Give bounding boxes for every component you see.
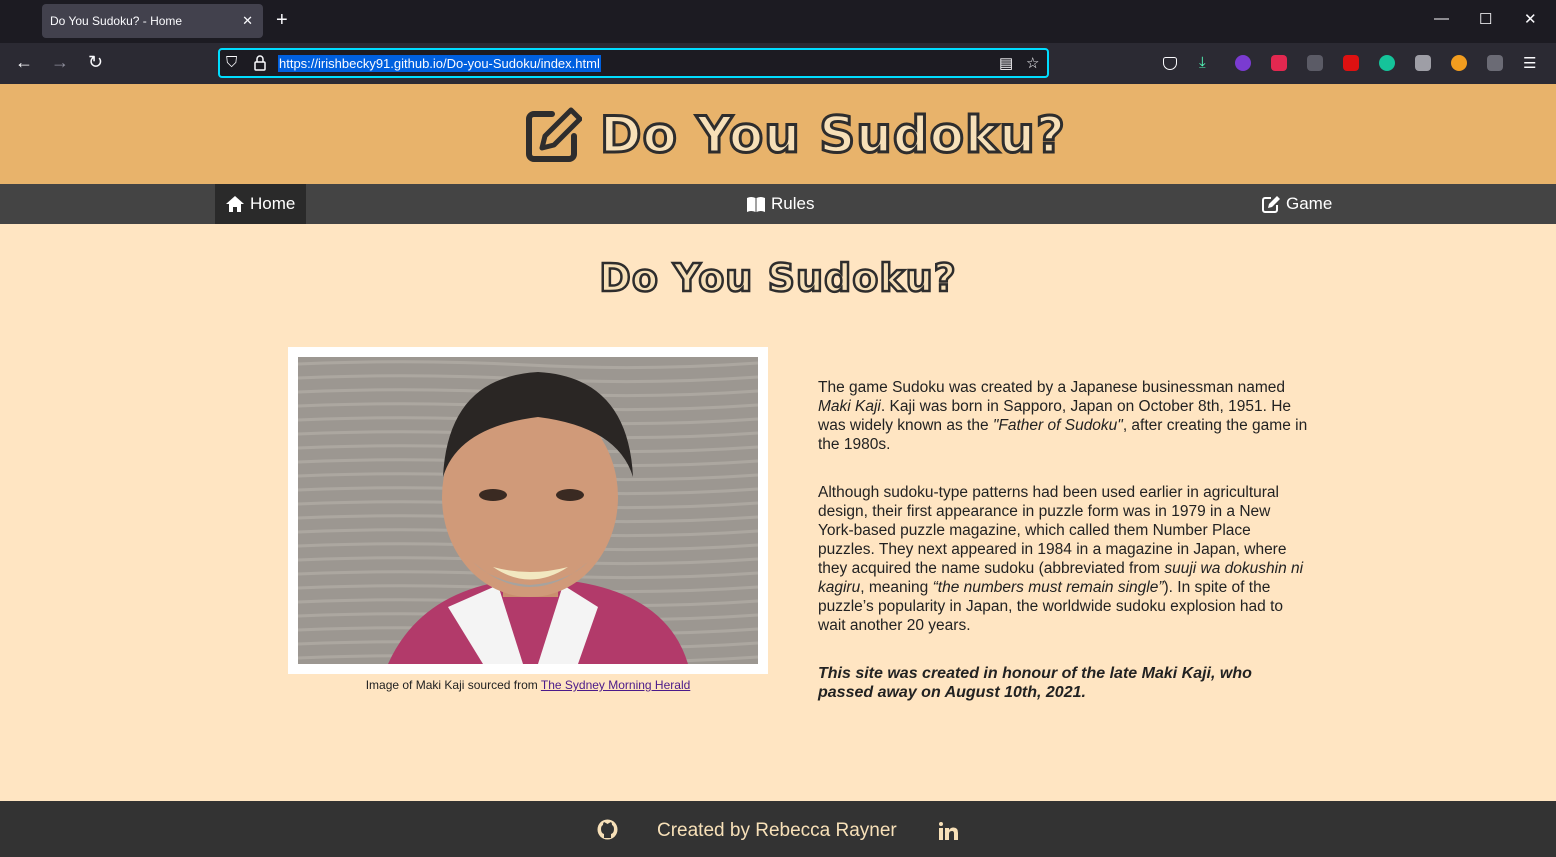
forward-icon[interactable]: → xyxy=(51,52,69,73)
close-window-button[interactable]: ✕ xyxy=(1524,10,1537,28)
site-logo-text: Do You Sudoku? xyxy=(599,105,1067,166)
book-open-icon xyxy=(747,196,765,212)
linkedin-icon[interactable] xyxy=(939,822,958,840)
site-nav: Home Rules Game xyxy=(0,184,1556,224)
p2-text: , meaning xyxy=(860,579,933,596)
maki-kaji-photo xyxy=(298,357,758,664)
github-icon[interactable] xyxy=(597,819,618,840)
tab-close-icon[interactable]: ✕ xyxy=(242,13,253,29)
nav-home[interactable]: Home xyxy=(215,184,306,224)
nav-game-label: Game xyxy=(1286,194,1333,213)
extension-icon[interactable] xyxy=(1343,55,1359,71)
ublock-icon[interactable] xyxy=(1271,55,1287,71)
nav-home-label: Home xyxy=(250,194,296,213)
shield-icon[interactable]: ⛉ xyxy=(226,54,237,71)
back-icon[interactable]: ← xyxy=(15,52,33,73)
bookmark-star-icon[interactable]: ☆ xyxy=(1026,54,1039,72)
footer-credit: Created by Rebecca Rayner xyxy=(657,820,897,841)
page-content: Do You Sudoku? Home Rules Game Do You Su… xyxy=(0,84,1556,857)
page-title: Do You Sudoku? xyxy=(598,255,957,302)
tab-title: Do You Sudoku? - Home xyxy=(50,14,183,28)
intro-text: The game Sudoku was created by a Japanes… xyxy=(818,378,1308,731)
extension-icon[interactable] xyxy=(1307,55,1323,71)
caption-source-link[interactable]: The Sydney Morning Herald xyxy=(541,678,690,692)
minimize-button[interactable]: — xyxy=(1434,10,1449,27)
new-tab-button[interactable]: + xyxy=(276,9,288,31)
photo-caption: Image of Maki Kaji sourced from The Sydn… xyxy=(288,678,768,692)
download-icon[interactable]: ⤓ xyxy=(1199,54,1206,71)
p2-emphasis: “the numbers must remain single” xyxy=(932,579,1164,596)
url-text[interactable]: https://irishbecky91.github.io/Do-you-Su… xyxy=(278,55,601,72)
maximize-button[interactable]: ☐ xyxy=(1479,10,1492,28)
reload-icon[interactable]: ↻ xyxy=(88,52,103,73)
paragraph-history: The game Sudoku was created by a Japanes… xyxy=(818,378,1308,454)
paragraph-origin: Although sudoku-type patterns had been u… xyxy=(818,483,1308,635)
site-logo[interactable]: Do You Sudoku? xyxy=(524,105,1067,166)
extension-icon[interactable] xyxy=(1451,55,1467,71)
browser-tab[interactable]: Do You Sudoku? - Home ✕ xyxy=(42,4,263,38)
edit-icon xyxy=(526,107,582,162)
menu-icon[interactable]: ☰ xyxy=(1523,54,1536,72)
reader-view-icon[interactable]: ▤ xyxy=(999,54,1013,72)
extension-icon[interactable] xyxy=(1235,55,1251,71)
extension-icon[interactable] xyxy=(1487,55,1503,71)
nav-game[interactable]: Game xyxy=(1252,184,1342,224)
site-header: Do You Sudoku? xyxy=(0,84,1556,184)
portrait-frame xyxy=(288,347,768,674)
site-footer: Created by Rebecca Rayner xyxy=(0,801,1556,857)
home-icon xyxy=(226,196,244,212)
grammarly-icon[interactable] xyxy=(1379,55,1395,71)
p1-emphasis: Maki Kaji xyxy=(818,398,881,415)
extension-icon[interactable] xyxy=(1415,55,1431,71)
lock-icon[interactable] xyxy=(253,55,267,71)
p1-text: The game Sudoku was created by a Japanes… xyxy=(818,379,1286,396)
p1-emphasis: "Father of Sudoku" xyxy=(992,417,1123,434)
caption-text: Image of Maki Kaji sourced from xyxy=(365,678,541,692)
edit-icon xyxy=(1262,196,1280,213)
paragraph-tribute: This site was created in honour of the l… xyxy=(818,665,1252,701)
browser-tab-bar: Do You Sudoku? - Home ✕ + — ☐ ✕ xyxy=(0,0,1556,43)
nav-rules-label: Rules xyxy=(771,194,815,213)
nav-rules[interactable]: Rules xyxy=(736,184,824,224)
